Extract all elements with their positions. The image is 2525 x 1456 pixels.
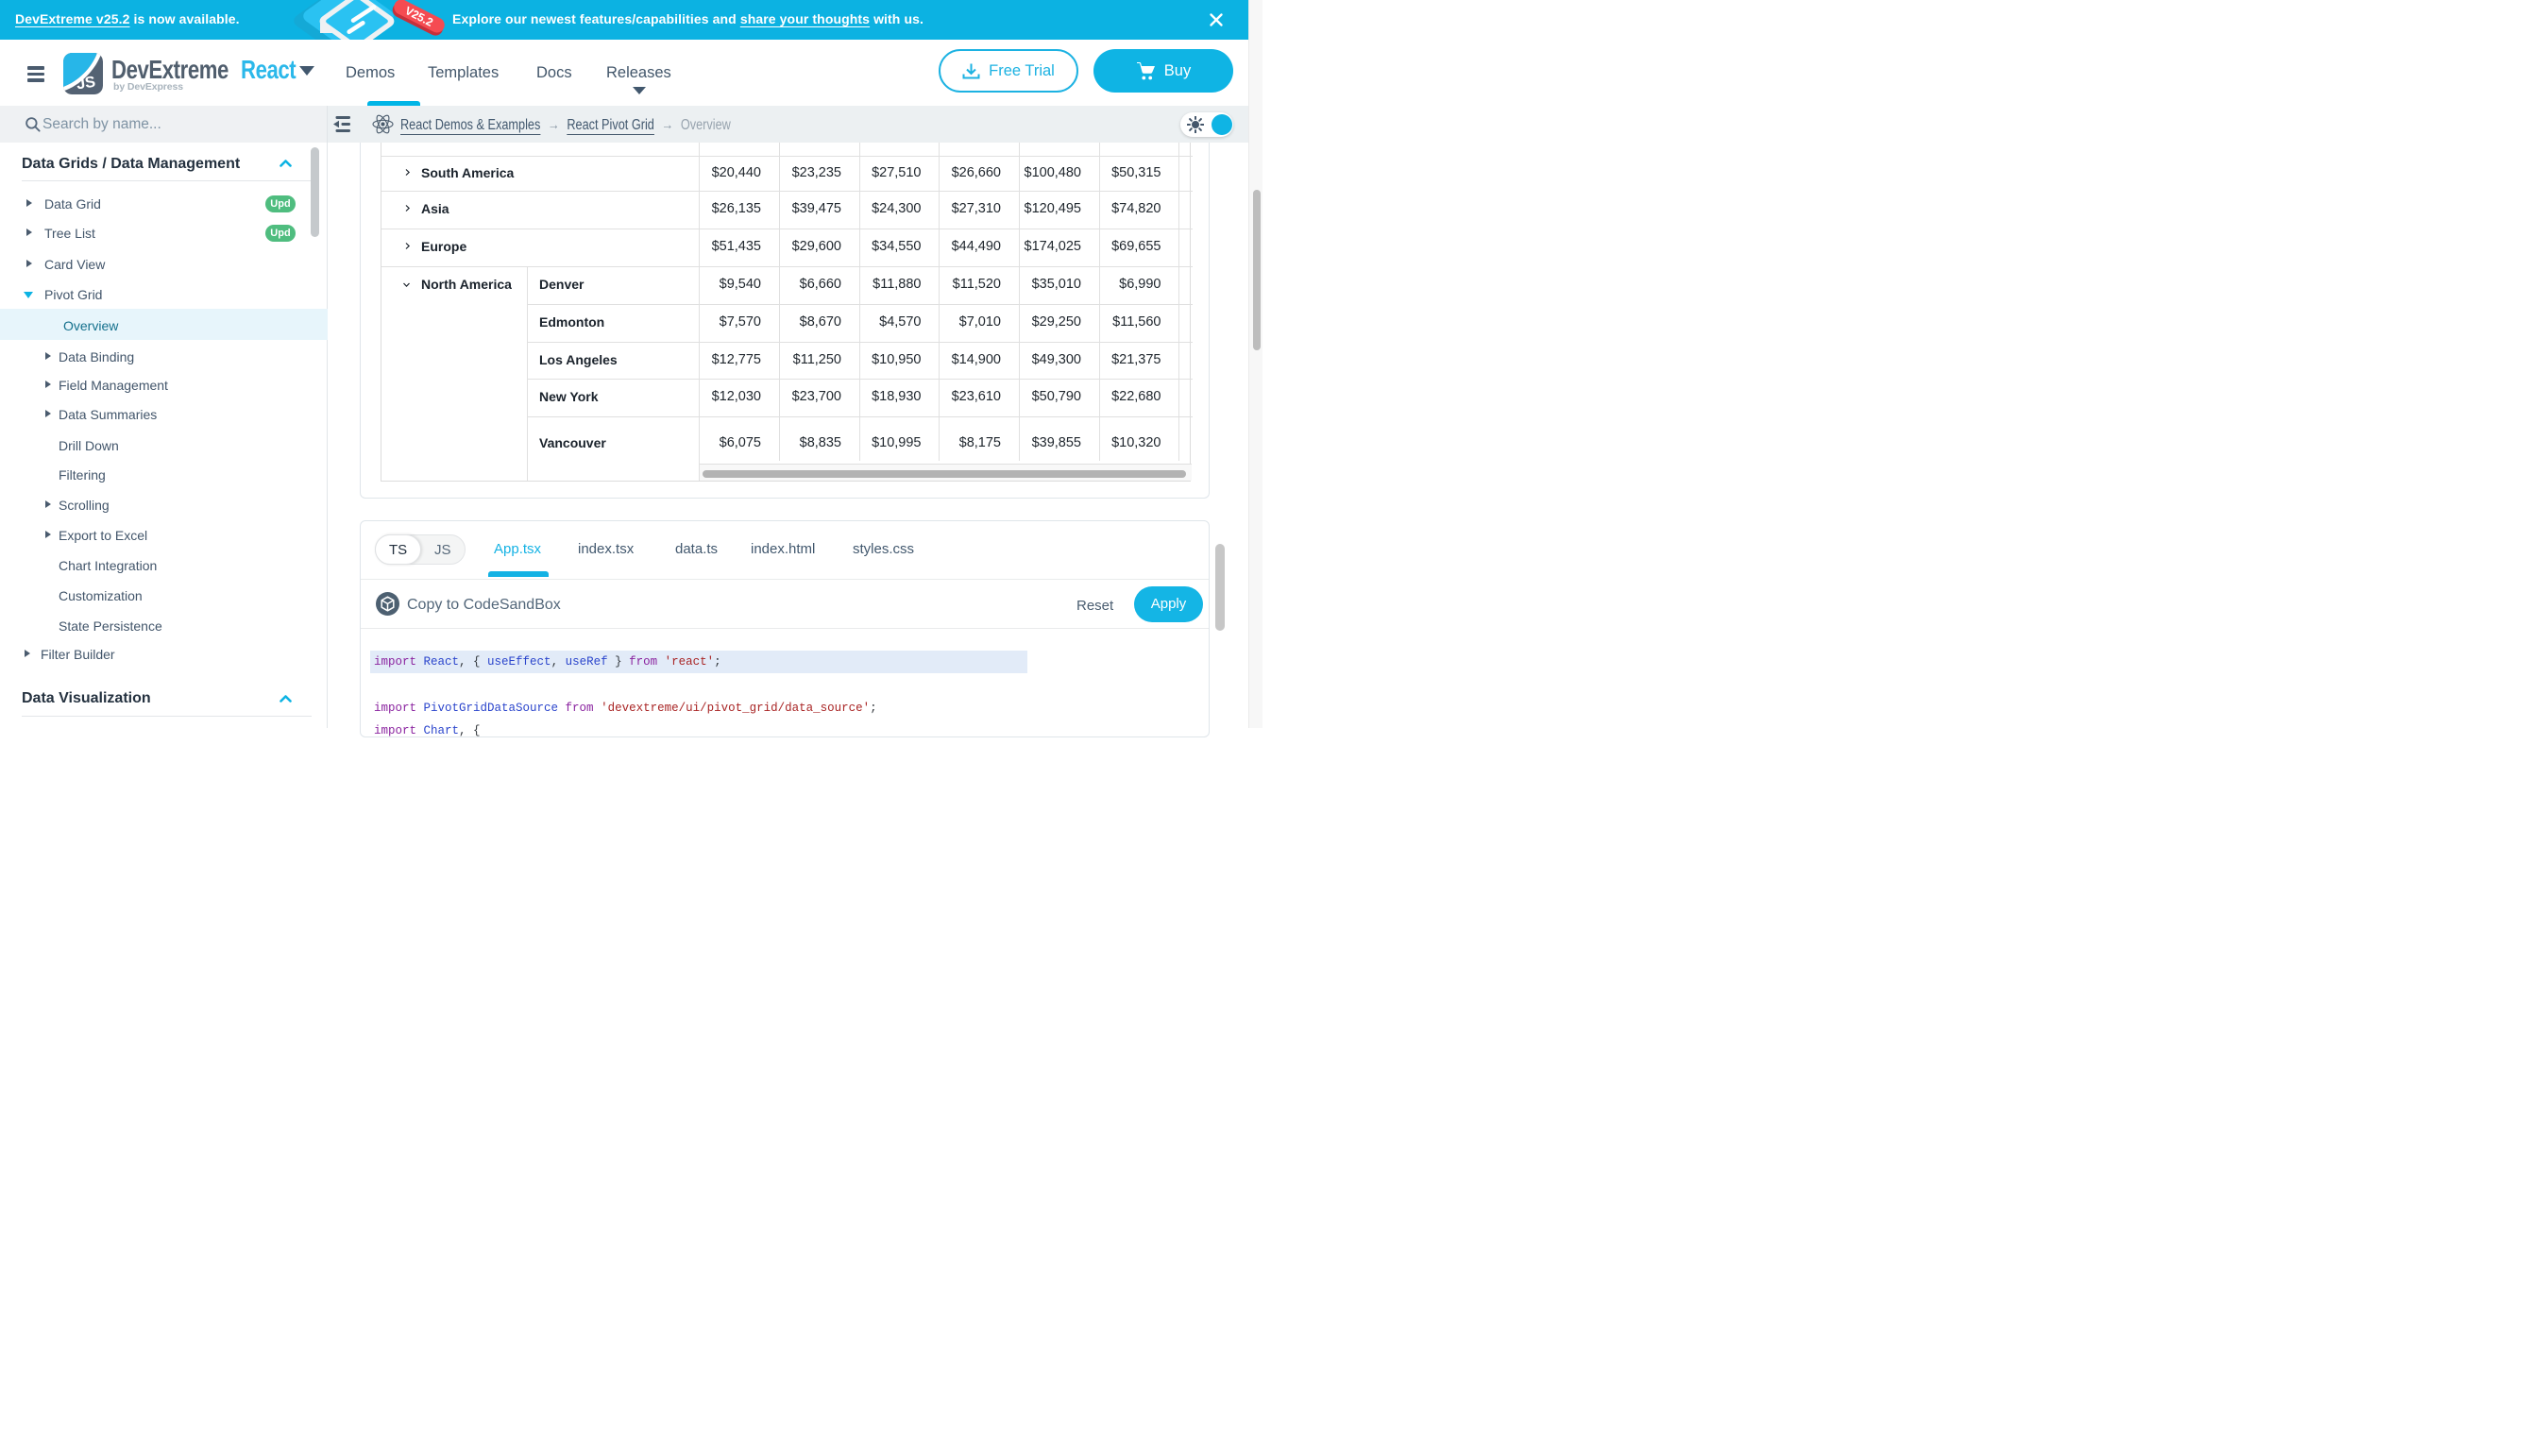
svg-text:JS: JS bbox=[76, 74, 96, 93]
